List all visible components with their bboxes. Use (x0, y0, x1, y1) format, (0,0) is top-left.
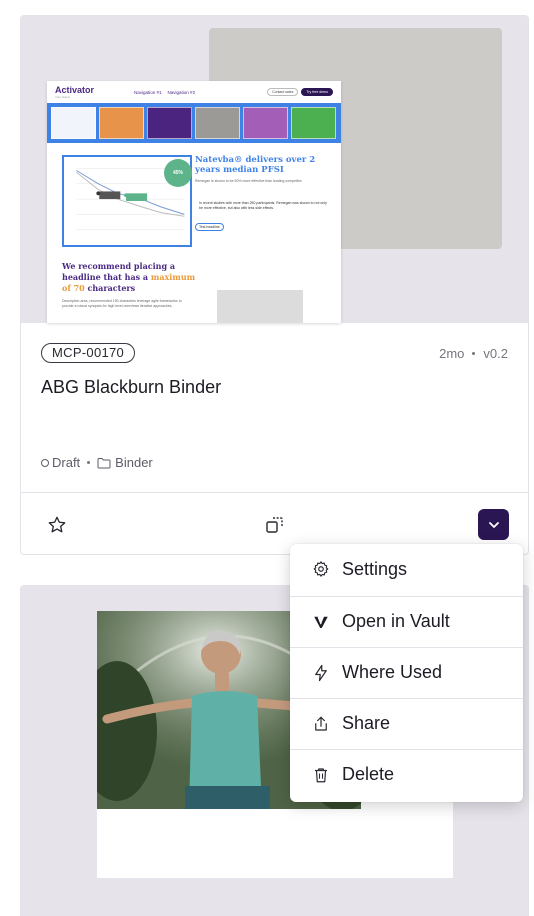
menu-item-settings[interactable]: Settings (290, 544, 523, 594)
preview-headline-2: We recommend placing a headline that has… (62, 261, 196, 293)
duplicate-icon (266, 517, 283, 533)
preview-badge: 45% (164, 159, 192, 187)
preview-nav-links: Navigation #1 Navigation #2 (134, 89, 196, 95)
preview-bullet: In recent studies with more than 250 par… (199, 201, 327, 210)
star-icon (48, 516, 66, 533)
actions-dropdown-menu: Settings Open in Vault Where Used Share … (290, 544, 523, 802)
status-indicator: Draft (41, 455, 80, 470)
chevron-down-icon (488, 521, 499, 528)
asset-status-row: Draft Binder (41, 455, 153, 470)
asset-id-badge: MCP-00170 (41, 343, 136, 363)
swatch (243, 107, 288, 139)
preview-contact-button: Contact sales (267, 88, 299, 96)
preview-try-button: Try free demo (301, 88, 333, 96)
menu-item-where-used[interactable]: Where Used (290, 647, 523, 697)
menu-item-delete[interactable]: Delete (290, 749, 523, 799)
lightning-icon (315, 664, 327, 681)
card-divider (21, 492, 528, 493)
swatch (147, 107, 192, 139)
separator-dot (472, 352, 476, 355)
more-actions-button[interactable] (478, 509, 509, 540)
separator-dot (87, 461, 91, 464)
asset-card[interactable]: Activator Your brand Navigation #1 Naviga… (20, 15, 529, 555)
menu-item-share[interactable]: Share (290, 698, 523, 748)
asset-version: v0.2 (483, 346, 508, 361)
status-circle-icon (41, 459, 49, 467)
swatch (291, 107, 336, 139)
favorite-button[interactable] (46, 514, 68, 536)
trash-icon (315, 767, 327, 782)
preview-nav: Activator Your brand Navigation #1 Naviga… (47, 81, 341, 103)
swatch (195, 107, 240, 139)
share-icon (315, 716, 327, 731)
vault-icon (314, 616, 328, 628)
preview-subtext: Remegan is shown to be 50% more effectiv… (195, 179, 302, 183)
folder-icon (97, 458, 111, 469)
preview-description: Description area, recommended 150 charac… (62, 299, 182, 308)
swatch (99, 107, 144, 139)
menu-item-open-in-vault[interactable]: Open in Vault (290, 596, 523, 646)
preview-color-swatches (47, 103, 341, 143)
preview-chart: 45% (62, 155, 192, 247)
document-preview: Activator Your brand Navigation #1 Naviga… (47, 81, 341, 323)
asset-title[interactable]: ABG Blackburn Binder (41, 377, 221, 398)
duplicate-button[interactable] (264, 514, 286, 536)
asset-meta: 2mo v0.2 (439, 346, 508, 361)
asset-age: 2mo (439, 346, 465, 361)
preview-pill: Test headline (195, 223, 224, 231)
swatch (51, 107, 96, 139)
gear-icon (313, 561, 329, 577)
preview-headline: Natevba® delivers over 2 years median PF… (195, 155, 316, 175)
preview-logo: Activator Your brand (55, 85, 95, 99)
asset-type: Binder (97, 455, 153, 470)
preview-image-placeholder (217, 290, 303, 323)
card-thumbnail[interactable]: Activator Your brand Navigation #1 Naviga… (21, 16, 528, 323)
